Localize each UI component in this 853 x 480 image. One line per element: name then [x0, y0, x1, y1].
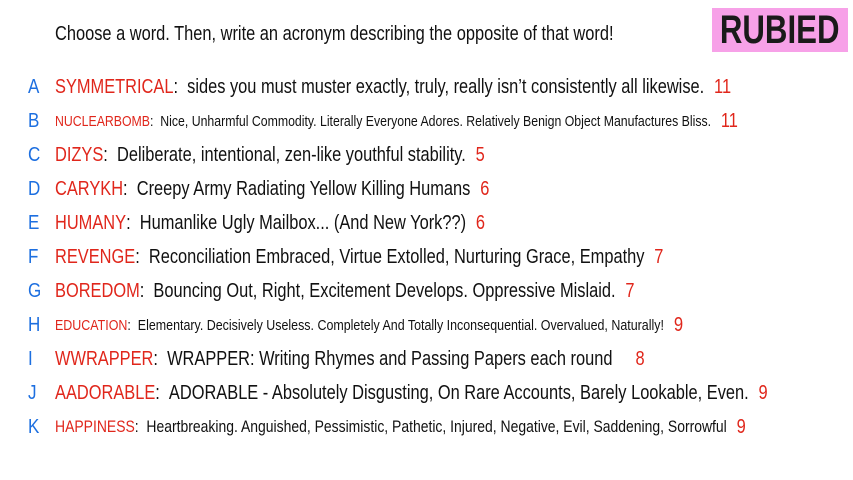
instruction-text: Choose a word. Then, write an acronym de…: [55, 23, 614, 45]
entry-definition: WRAPPER: Writing Rhymes and Passing Pape…: [167, 347, 613, 370]
entry-score: 7: [625, 279, 635, 302]
entry-letter: H: [28, 313, 41, 336]
entry-letter: G: [28, 279, 42, 302]
entry-definition: Humanlike Ugly Mailbox... (And New York?…: [139, 211, 467, 234]
entry-score: 11: [714, 75, 732, 98]
entry-word: SYMMETRICAL: [55, 75, 174, 98]
entry-word: HAPPINESS: [55, 417, 135, 436]
entry-definition: Deliberate, intentional, zen-like youthf…: [116, 143, 466, 166]
entry-word: CARYKH: [55, 177, 124, 200]
colon: :: [127, 316, 138, 334]
entry-row-a: A SYMMETRICAL: sides you must muster exa…: [0, 70, 853, 104]
rubied-logo: RUBIED: [712, 8, 848, 52]
entry-word: REVENGE: [55, 245, 136, 268]
entry-score: 6: [475, 211, 486, 234]
entry-letter: K: [28, 415, 40, 438]
entry-letter: I: [28, 347, 33, 370]
entry-content: SYMMETRICAL: sides you must muster exact…: [55, 76, 731, 99]
entry-word: AADORABLE: [55, 381, 156, 404]
colon: :: [139, 279, 154, 302]
entry-definition: Nice, Unharmful Commodity. Literally Eve…: [160, 112, 712, 130]
entry-content: NUCLEARBOMB: Nice, Unharmful Commodity. …: [55, 110, 738, 133]
entry-content: CARYKH: Creepy Army Radiating Yellow Kil…: [55, 178, 489, 201]
entry-word: DIZYS: [55, 143, 104, 166]
colon: :: [155, 381, 169, 404]
entry-row-c: C DIZYS: Deliberate, intentional, zen-li…: [0, 138, 853, 172]
logo-text: RUBIED: [720, 7, 840, 52]
entry-definition: sides you must muster exactly, truly, re…: [187, 75, 705, 98]
entry-score: 8: [635, 347, 645, 370]
entry-letter: F: [28, 245, 39, 268]
colon: :: [153, 347, 168, 370]
colon: :: [134, 417, 147, 436]
entry-row-f: F REVENGE: Reconciliation Embraced, Virt…: [0, 240, 853, 274]
colon: :: [103, 143, 117, 166]
entry-letter: B: [28, 109, 40, 132]
entry-score: 7: [654, 245, 664, 268]
entry-row-b: B NUCLEARBOMB: Nice, Unharmful Commodity…: [0, 104, 853, 138]
entry-row-g: G BOREDOM: Bouncing Out, Right, Exciteme…: [0, 274, 853, 308]
entry-content: AADORABLE: ADORABLE - Absolutely Disgust…: [55, 382, 768, 405]
entry-content: WWRAPPER: WRAPPER: Writing Rhymes and Pa…: [55, 348, 645, 371]
entry-row-i: I WWRAPPER: WRAPPER: Writing Rhymes and …: [0, 342, 853, 376]
entry-letter: C: [28, 143, 41, 166]
entry-content: EDUCATION: Elementary. Decisively Useles…: [55, 314, 683, 337]
entry-score: 6: [480, 177, 490, 200]
colon: :: [126, 211, 140, 234]
entry-row-j: J AADORABLE: ADORABLE - Absolutely Disgu…: [0, 376, 853, 410]
colon: :: [150, 112, 161, 130]
entry-word: BOREDOM: [55, 279, 140, 302]
entry-word: EDUCATION: [55, 316, 128, 334]
entry-definition: ADORABLE - Absolutely Disgusting, On Rar…: [168, 381, 749, 404]
entry-content: REVENGE: Reconciliation Embraced, Virtue…: [55, 246, 663, 269]
entry-row-d: D CARYKH: Creepy Army Radiating Yellow K…: [0, 172, 853, 206]
colon: :: [123, 177, 137, 200]
colon: :: [135, 245, 149, 268]
entry-score: 9: [673, 313, 684, 336]
entry-word: HUMANY: [55, 211, 127, 234]
entry-row-h: H EDUCATION: Elementary. Decisively Usel…: [0, 308, 853, 342]
entry-score: 5: [475, 143, 485, 166]
entry-row-e: E HUMANY: Humanlike Ugly Mailbox... (And…: [0, 206, 853, 240]
entry-word: WWRAPPER: [55, 347, 154, 370]
entry-content: BOREDOM: Bouncing Out, Right, Excitement…: [55, 280, 635, 303]
entry-score: 11: [720, 109, 738, 132]
entry-content: HUMANY: Humanlike Ugly Mailbox... (And N…: [55, 212, 485, 235]
entry-letter: D: [28, 177, 41, 200]
entry-letter: J: [28, 381, 37, 404]
entry-letter: E: [28, 211, 40, 234]
entry-content: DIZYS: Deliberate, intentional, zen-like…: [55, 144, 485, 167]
entry-content: HAPPINESS: Heartbreaking. Anguished, Pes…: [55, 416, 746, 439]
entry-definition: Heartbreaking. Anguished, Pessimistic, P…: [146, 417, 727, 436]
entry-definition: Reconciliation Embraced, Virtue Extolled…: [148, 245, 645, 268]
colon: :: [173, 75, 188, 98]
entry-letter: A: [28, 75, 40, 98]
entry-score: 9: [758, 381, 768, 404]
entry-word: NUCLEARBOMB: [55, 112, 151, 130]
entry-definition: Bouncing Out, Right, Excitement Develops…: [153, 279, 616, 302]
entry-row-k: K HAPPINESS: Heartbreaking. Anguished, P…: [0, 410, 853, 444]
entry-score: 9: [736, 415, 746, 438]
entry-definition: Elementary. Decisively Useless. Complete…: [137, 316, 664, 334]
entry-definition: Creepy Army Radiating Yellow Killing Hum…: [136, 177, 471, 200]
